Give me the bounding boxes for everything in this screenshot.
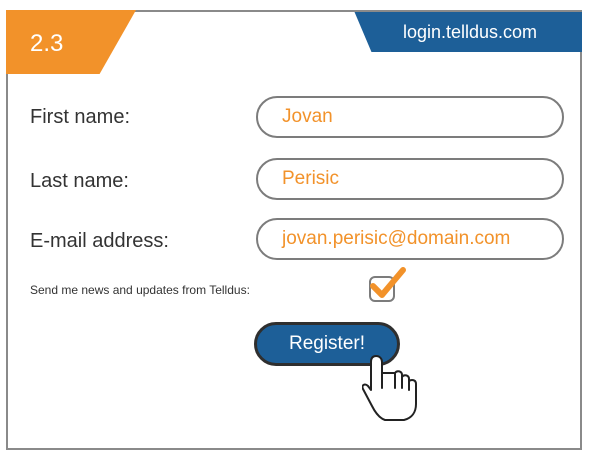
first-name-label: First name: (30, 106, 131, 128)
hand-pointer-icon (362, 355, 417, 421)
checkmark-icon (370, 267, 406, 298)
email-input[interactable]: jovan.perisic@domain.com (256, 218, 564, 260)
url-text: login.telldus.com (402, 22, 538, 42)
step-number: 2.3 (30, 30, 64, 57)
newsletter-label: Send me news and updates from Telldus: (30, 283, 250, 297)
last-name-input[interactable]: Perisic (256, 158, 564, 200)
first-name-input[interactable]: Jovan (256, 96, 564, 138)
email-label: E-mail address: (30, 230, 169, 252)
last-name-label: Last name: (30, 170, 129, 192)
